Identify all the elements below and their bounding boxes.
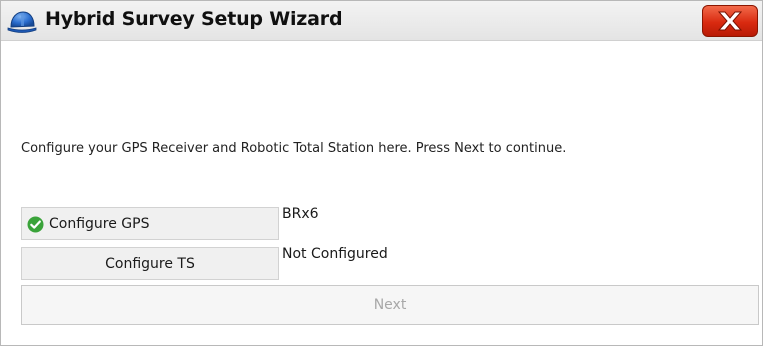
close-button[interactable] <box>702 5 758 37</box>
close-x-icon <box>717 11 743 31</box>
hard-hat-icon <box>7 11 37 33</box>
check-circle-icon <box>27 216 44 233</box>
instruction-text: Configure your GPS Receiver and Robotic … <box>21 141 567 156</box>
ts-status: Not Configured <box>282 246 388 262</box>
wizard-window: Hybrid Survey Setup Wizard Configure you… <box>0 0 763 346</box>
configure-ts-label: Configure TS <box>105 256 195 272</box>
configure-gps-label: Configure GPS <box>49 216 150 232</box>
configure-gps-button[interactable]: Configure GPS <box>21 207 279 240</box>
window-title: Hybrid Survey Setup Wizard <box>45 8 343 30</box>
next-button[interactable]: Next <box>21 285 759 325</box>
title-bar: Hybrid Survey Setup Wizard <box>1 1 762 41</box>
configure-ts-button[interactable]: Configure TS <box>21 247 279 280</box>
gps-status: BRx6 <box>282 206 319 222</box>
